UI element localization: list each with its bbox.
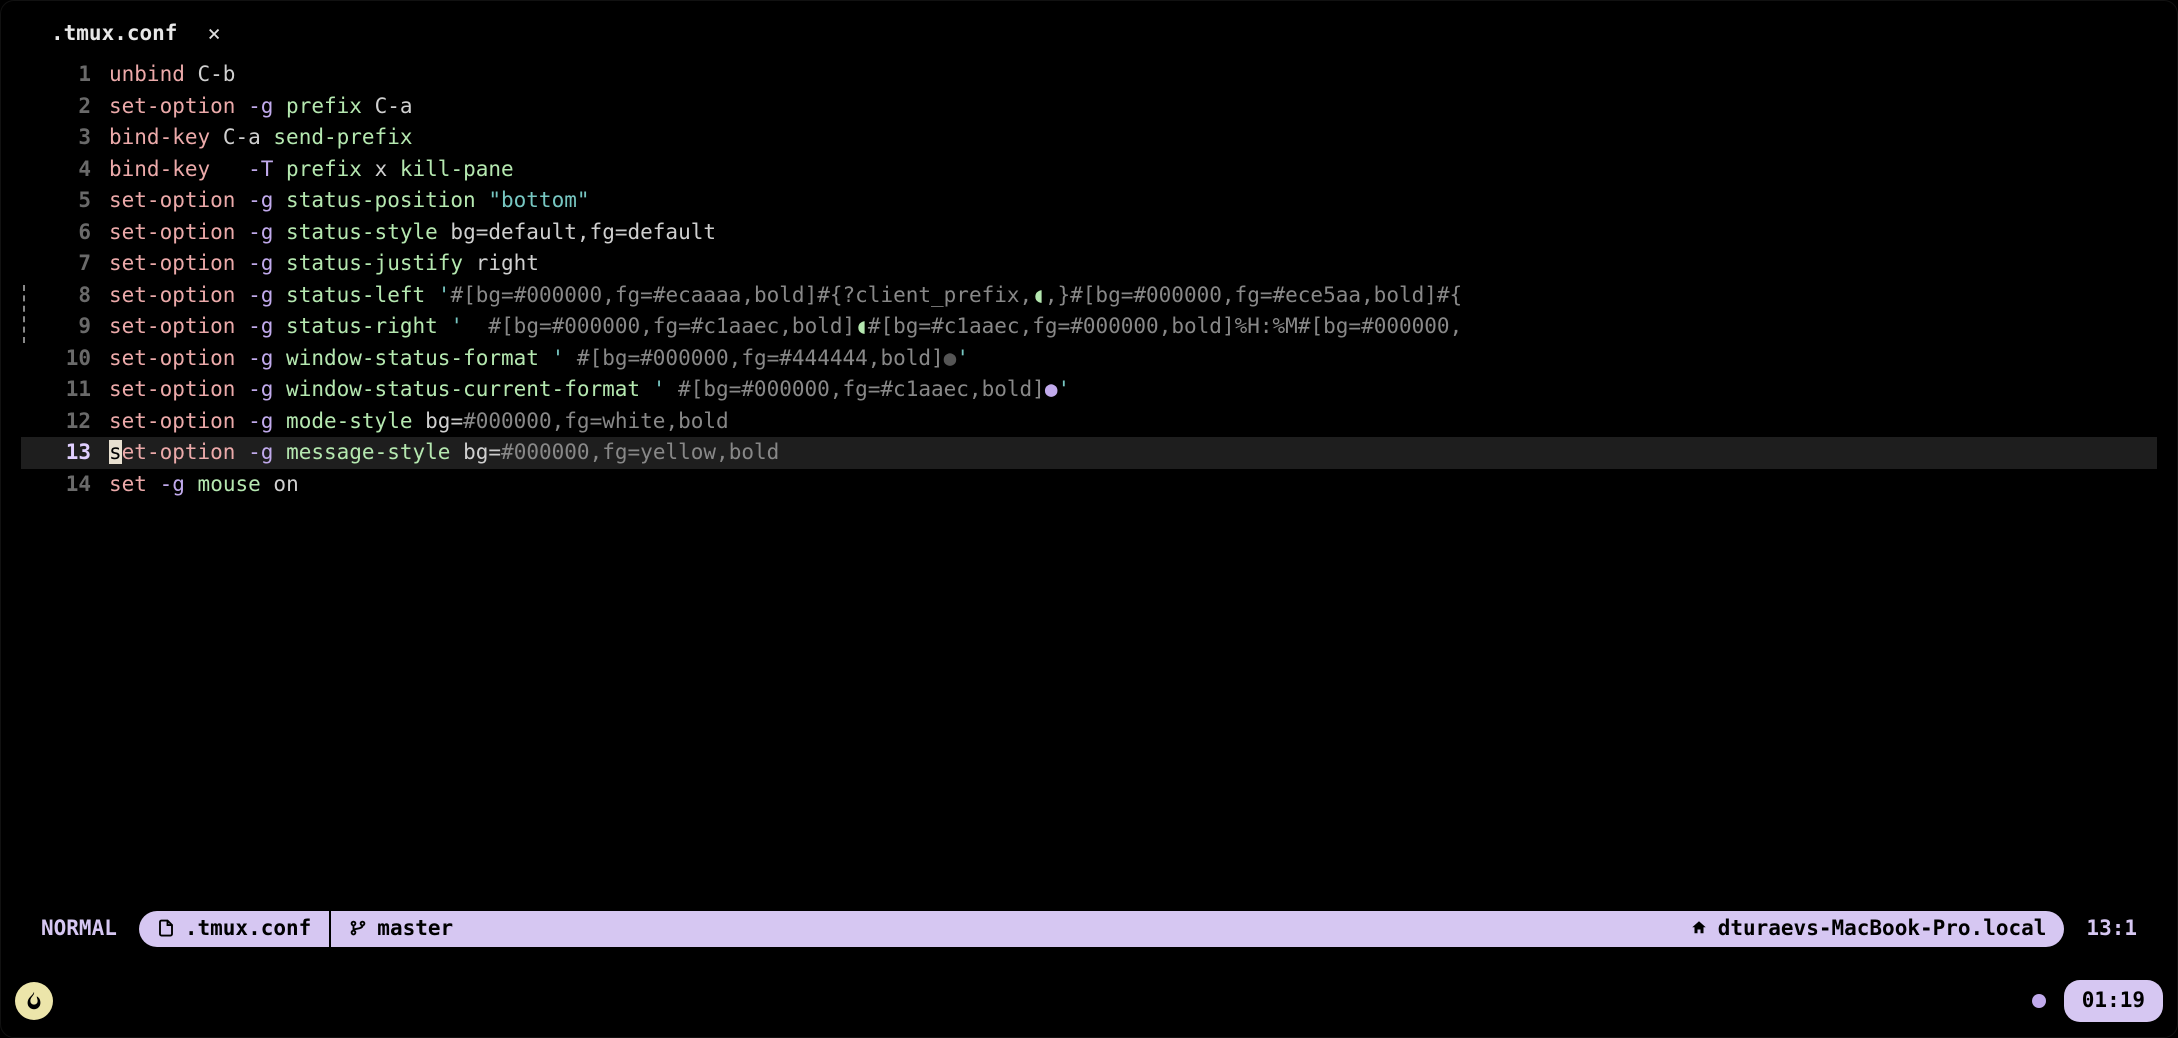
code-line[interactable]: 3bind-key C-a send-prefix xyxy=(21,122,2157,154)
code-line[interactable]: 12set-option -g mode-style bg=#000000,fg… xyxy=(21,406,2157,438)
line-content[interactable]: set-option -g window-status-current-form… xyxy=(109,374,2157,406)
code-line[interactable]: 10set-option -g window-status-format ' #… xyxy=(21,343,2157,375)
line-content[interactable]: bind-key C-a send-prefix xyxy=(109,122,2157,154)
line-number: 6 xyxy=(21,217,109,249)
line-content[interactable]: set -g mouse on xyxy=(109,469,2157,501)
home-icon xyxy=(1690,913,1708,945)
line-number: 2 xyxy=(21,91,109,123)
line-content[interactable]: set-option -g status-style bg=default,fg… xyxy=(109,217,2157,249)
line-number: 5 xyxy=(21,185,109,217)
code-line[interactable]: 9set-option -g status-right ' #[bg=#0000… xyxy=(21,311,2157,343)
statusline-fill xyxy=(471,911,1672,947)
code-line[interactable]: 11set-option -g window-status-current-fo… xyxy=(21,374,2157,406)
code-area[interactable]: 1unbind C-b2set-option -g prefix C-a3bin… xyxy=(1,59,2177,500)
line-content[interactable]: set-option -g message-style bg=#000000,f… xyxy=(109,437,2157,469)
statusline-host: dturaevs-MacBook-Pro.local xyxy=(1718,913,2047,945)
tab-tmux-conf[interactable]: .tmux.conf × xyxy=(51,18,227,51)
line-number: 10 xyxy=(21,343,109,375)
branch-icon xyxy=(349,913,367,945)
line-content[interactable]: set-option -g status-left '#[bg=#000000,… xyxy=(109,280,2157,312)
statusline-host-pill: dturaevs-MacBook-Pro.local xyxy=(1672,911,2065,947)
statusline-branch: master xyxy=(377,913,453,945)
code-line[interactable]: 6set-option -g status-style bg=default,f… xyxy=(21,217,2157,249)
clock: 01:19 xyxy=(2064,980,2163,1022)
code-line[interactable]: 1unbind C-b xyxy=(21,59,2157,91)
line-number: 4 xyxy=(21,154,109,186)
code-line[interactable]: 5set-option -g status-position "bottom" xyxy=(21,185,2157,217)
window-dot-icon[interactable] xyxy=(2032,994,2046,1008)
statusline-branch-pill: master xyxy=(331,911,471,947)
tmux-status-bar: 01:19 xyxy=(15,979,2163,1023)
line-content[interactable]: set-option -g status-right ' #[bg=#00000… xyxy=(109,311,2157,343)
statusline-filename-pill: .tmux.conf xyxy=(139,911,329,947)
line-number: 12 xyxy=(21,406,109,438)
line-number: 14 xyxy=(21,469,109,501)
close-icon[interactable]: × xyxy=(201,18,226,51)
code-line[interactable]: 8set-option -g status-left '#[bg=#000000… xyxy=(21,280,2157,312)
line-number: 11 xyxy=(21,374,109,406)
git-change-marker xyxy=(23,285,28,343)
code-line[interactable]: 13set-option -g message-style bg=#000000… xyxy=(21,437,2157,469)
line-content[interactable]: bind-key -T prefix x kill-pane xyxy=(109,154,2157,186)
tab-label: .tmux.conf xyxy=(51,18,177,50)
file-icon xyxy=(157,913,175,945)
line-content[interactable]: set-option -g window-status-format ' #[b… xyxy=(109,343,2157,375)
cursor-position: 13:1 xyxy=(2064,911,2137,947)
line-content[interactable]: unbind C-b xyxy=(109,59,2157,91)
code-line[interactable]: 14set -g mouse on xyxy=(21,469,2157,501)
line-number: 8 xyxy=(21,280,109,312)
line-content[interactable]: set-option -g status-position "bottom" xyxy=(109,185,2157,217)
line-content[interactable]: set-option -g prefix C-a xyxy=(109,91,2157,123)
line-number: 1 xyxy=(21,59,109,91)
line-number: 3 xyxy=(21,122,109,154)
line-content[interactable]: set-option -g status-justify right xyxy=(109,248,2157,280)
code-line[interactable]: 2set-option -g prefix C-a xyxy=(21,91,2157,123)
tab-bar: .tmux.conf × xyxy=(1,1,2177,59)
tmux-right-group: 01:19 xyxy=(2032,980,2163,1022)
line-content[interactable]: set-option -g mode-style bg=#000000,fg=w… xyxy=(109,406,2157,438)
flame-icon xyxy=(15,982,53,1020)
line-number: 7 xyxy=(21,248,109,280)
editor-window: .tmux.conf × 1unbind C-b2set-option -g p… xyxy=(0,0,2178,1038)
line-number: 13 xyxy=(21,437,109,469)
line-number: 9 xyxy=(21,311,109,343)
code-line[interactable]: 7set-option -g status-justify right xyxy=(21,248,2157,280)
code-line[interactable]: 4bind-key -T prefix x kill-pane xyxy=(21,154,2157,186)
mode-indicator: NORMAL xyxy=(41,911,139,947)
status-line: NORMAL .tmux.conf master dturaevs-MacBoo… xyxy=(41,911,2137,947)
statusline-filename: .tmux.conf xyxy=(185,913,311,945)
